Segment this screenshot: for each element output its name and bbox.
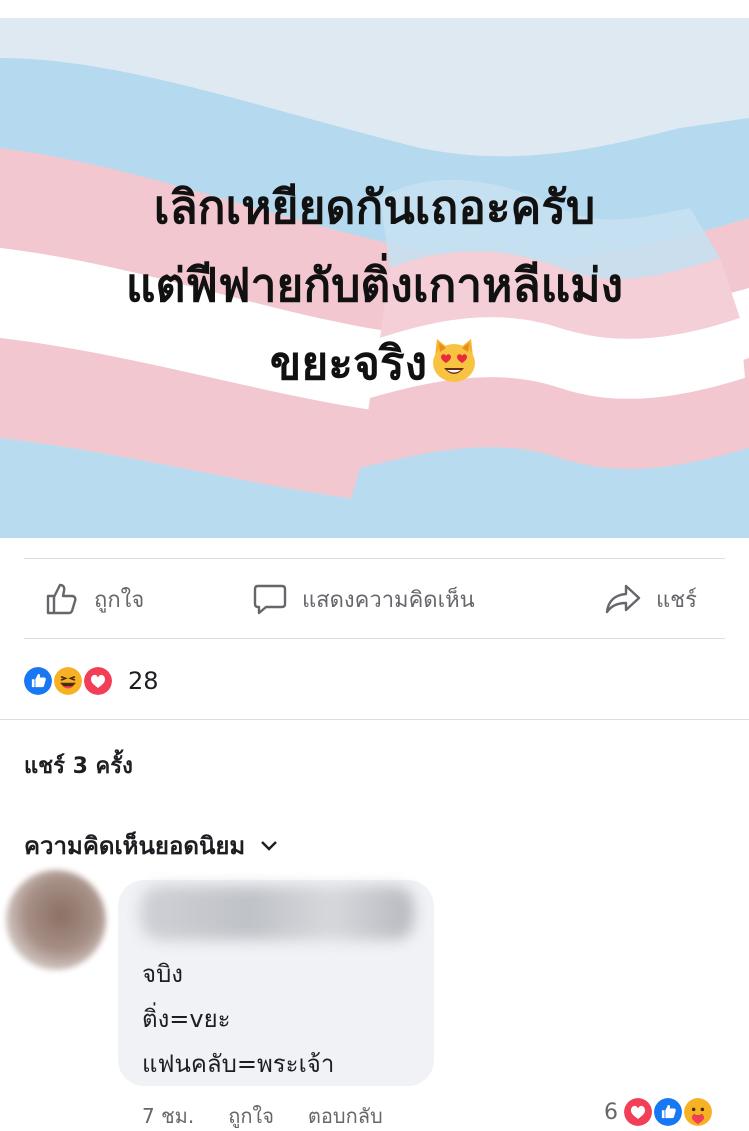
share-label: แชร์ [656, 587, 697, 613]
shares-count[interactable]: แชร์ 3 ครั้ง [24, 748, 133, 783]
post-status-banner: เลิกเหยียดกันเถอะครับ แต่ฟีฟายกับติ่งเกา… [0, 18, 749, 538]
chevron-down-icon [261, 840, 278, 851]
post-text-line-1: เลิกเหยียดกันเถอะครับ [153, 180, 596, 234]
thumbs-up-icon [46, 583, 77, 615]
comments-sort-dropdown[interactable]: ความคิดเห็นยอดนิยม [24, 826, 279, 865]
facebook-post-page: เลิกเหยียดกันเถอะครับ แต่ฟีฟายกับติ่งเกา… [0, 0, 749, 1131]
post-text-line-3: ขยะจริง [0, 324, 749, 402]
haha-reaction-icon [52, 665, 84, 697]
divider [24, 558, 725, 559]
smiling-cat-heart-eyes-icon [433, 339, 476, 382]
post-text-line-3-text: ขยะจริง [269, 336, 428, 390]
comment-like-button[interactable]: ถูกใจ [228, 1100, 274, 1131]
comment-meta: 7 ชม. ถูกใจ ตอบกลับ [142, 1100, 417, 1131]
divider [0, 719, 749, 720]
blurred-commenter-name [140, 886, 414, 940]
comments-sort-label: ความคิดเห็นยอดนิยม [24, 832, 246, 860]
like-button[interactable]: ถูกใจ [44, 560, 144, 638]
comment-line-1: จบิง [142, 960, 184, 988]
comment-reply-button[interactable]: ตอบกลับ [308, 1100, 383, 1131]
comment-button[interactable]: แสดงความคิดเห็น [252, 560, 475, 638]
like-reaction-icon [22, 665, 54, 697]
comment-reaction-count: 6 [604, 1099, 618, 1125]
love-reaction-icon [622, 1096, 654, 1128]
reactions-summary[interactable]: 28 [22, 664, 159, 698]
like-reaction-icon [652, 1096, 684, 1128]
care-reaction-icon [682, 1096, 714, 1128]
comment-bubble-icon [253, 584, 287, 615]
divider [24, 638, 725, 639]
share-button[interactable]: แชร์ [604, 560, 697, 638]
like-label: ถูกใจ [94, 587, 145, 613]
reaction-icons [22, 665, 122, 697]
share-arrow-icon [605, 584, 641, 614]
comment-timestamp[interactable]: 7 ชม. [142, 1100, 194, 1131]
comment-line-3: แฟนคลับ=พระเจ้า [142, 1050, 335, 1078]
comment-label: แสดงความคิดเห็น [302, 587, 475, 613]
post-text-line-2: แต่ฟีฟายกับติ่งเกาหลีแม่ง [125, 258, 624, 312]
comment-line-2: ติ่ง=vยะ [142, 1005, 231, 1033]
post-action-bar: ถูกใจ แสดงความคิดเห็น แชร์ [0, 560, 749, 638]
comment-reaction-icons [622, 1096, 718, 1128]
reaction-count: 28 [128, 667, 159, 695]
comment-text: จบิง ติ่ง=vยะ แฟนคลับ=พระเจ้า [142, 952, 334, 1087]
love-reaction-icon [82, 665, 114, 697]
comment-reactions[interactable]: 6 [604, 1096, 718, 1128]
avatar[interactable] [6, 870, 106, 970]
post-text: เลิกเหยียดกันเถอะครับ แต่ฟีฟายกับติ่งเกา… [0, 168, 749, 402]
